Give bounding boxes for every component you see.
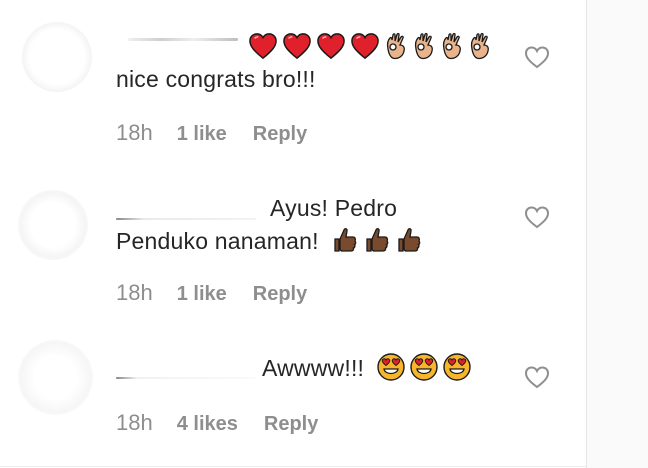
heart-eyes-face-icon	[377, 353, 405, 381]
ok-hand-icon	[442, 32, 461, 60]
comment-text: Awwww!!!	[262, 355, 365, 381]
likes-count-link[interactable]: 1 like	[177, 283, 227, 306]
like-heart-icon[interactable]	[524, 45, 550, 69]
thumbs-up-icon	[334, 228, 357, 252]
username-redacted	[128, 38, 238, 41]
username-redacted	[116, 218, 256, 220]
comment-timestamp[interactable]: 18h	[116, 120, 153, 146]
comment-text-line-2: Penduko nanaman!	[116, 228, 319, 254]
likes-count-link[interactable]: 1 like	[177, 123, 227, 146]
red-heart-icon	[283, 33, 311, 60]
likes-count-link[interactable]: 4 likes	[177, 413, 238, 436]
thumbs-up-icon	[366, 228, 389, 252]
heart-eyes-face-icon	[443, 353, 471, 381]
comment-timestamp[interactable]: 18h	[116, 280, 153, 306]
comment-meta: 18h 4 likes Reply	[116, 410, 318, 436]
comment-item: Ayus! Pedro Penduko nanaman! 18h 1 like …	[0, 160, 586, 320]
ok-hand-icon	[470, 32, 489, 60]
comment-meta: 18h 1 like Reply	[116, 120, 307, 146]
comment-item: Awwww!!! 18h 4 likes Reply	[0, 320, 586, 466]
avatar[interactable]	[18, 340, 93, 415]
emoji-row	[332, 226, 422, 254]
comment-item: nice congrats bro!!! 18h 1 like Reply	[0, 0, 586, 160]
emoji-row	[376, 352, 472, 382]
avatar[interactable]	[18, 190, 88, 260]
comments-pane: nice congrats bro!!! 18h 1 like Reply Ay…	[0, 0, 586, 468]
right-side-panel	[586, 0, 648, 468]
comment-meta: 18h 1 like Reply	[116, 280, 307, 306]
comment-text-line-1: Ayus! Pedro	[270, 195, 398, 221]
ok-hand-icon	[414, 32, 433, 60]
red-heart-icon	[317, 33, 345, 60]
thumbs-up-icon	[398, 228, 421, 252]
ok-hand-icon	[386, 32, 405, 60]
username-redacted	[116, 377, 256, 379]
comment-text: nice congrats bro!!!	[116, 66, 316, 92]
red-heart-icon	[351, 33, 379, 60]
like-heart-icon[interactable]	[524, 365, 550, 389]
reply-button[interactable]: Reply	[253, 123, 307, 146]
red-heart-icon	[249, 33, 277, 60]
heart-eyes-face-icon	[410, 353, 438, 381]
emoji-row	[248, 32, 492, 60]
reply-button[interactable]: Reply	[264, 413, 318, 436]
like-heart-icon[interactable]	[524, 205, 550, 229]
bottom-divider	[0, 466, 586, 467]
avatar[interactable]	[22, 22, 92, 92]
comment-timestamp[interactable]: 18h	[116, 410, 153, 436]
reply-button[interactable]: Reply	[253, 283, 307, 306]
